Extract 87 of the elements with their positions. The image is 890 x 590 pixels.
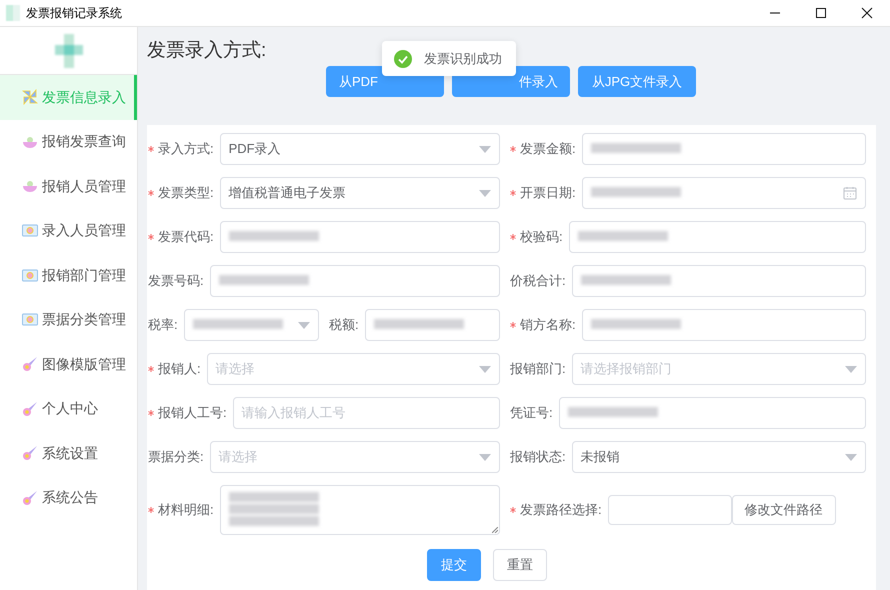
- select-field[interactable]: 增值税普通电子发票: [220, 177, 500, 209]
- caret-icon: [479, 454, 491, 460]
- field-label: 报销状态:: [510, 448, 567, 466]
- sidebar-item[interactable]: 图像模版管理: [0, 342, 137, 386]
- bowl-icon: [22, 179, 38, 194]
- date-field[interactable]: [582, 177, 866, 209]
- input-field[interactable]: [364, 309, 500, 341]
- sidebar-label: 系统设置: [42, 444, 98, 463]
- input-field[interactable]: [220, 221, 500, 253]
- field-label: 发票类型:: [158, 184, 215, 202]
- calendar-icon: [843, 186, 857, 200]
- logo-icon: [54, 34, 82, 68]
- input-field[interactable]: [582, 309, 866, 341]
- placeholder-text: 请输入报销人工号: [242, 404, 346, 422]
- reset-button[interactable]: 重置: [493, 549, 547, 581]
- sidebar-item[interactable]: 录入人员管理: [0, 208, 137, 253]
- comet-icon: [22, 490, 38, 506]
- comet-icon: [22, 356, 38, 372]
- sidebar-item[interactable]: 报销部门管理: [0, 253, 137, 298]
- sidebar-label: 报销部门管理: [42, 266, 126, 285]
- field-label: 税额:: [329, 316, 360, 334]
- input-field[interactable]: [568, 221, 866, 253]
- field-label: 税率:: [148, 316, 179, 334]
- textarea-field[interactable]: [220, 485, 500, 535]
- change-path-button[interactable]: 修改文件路径: [732, 495, 836, 525]
- field-value: 未报销: [580, 448, 620, 466]
- bowl-icon: [22, 134, 38, 149]
- field-label: 录入方式:: [158, 140, 215, 158]
- caret-icon: [845, 366, 857, 372]
- caret-icon: [479, 366, 491, 372]
- field-label: 销方名称:: [520, 316, 577, 334]
- sidebar-label: 报销发票查询: [42, 132, 126, 152]
- sidebar-item[interactable]: 报销发票查询: [0, 120, 137, 164]
- pinwheel-icon: [22, 89, 38, 106]
- input-field[interactable]: [572, 265, 866, 297]
- field-label: 凭证号:: [510, 404, 554, 422]
- sidebar-item[interactable]: 系统公告: [0, 476, 137, 520]
- field-label: 票据分类:: [148, 448, 205, 466]
- page-heading: 发票录入方式:: [147, 39, 266, 63]
- camera-icon: [22, 268, 38, 282]
- sidebar-label: 个人中心: [42, 399, 98, 418]
- window-title: 发票报销记录系统: [26, 5, 122, 22]
- app-icon: [6, 5, 20, 21]
- select-field[interactable]: 未报销: [572, 441, 866, 473]
- select-field[interactable]: [184, 309, 319, 341]
- field-label: 发票号码:: [148, 272, 205, 290]
- caret-icon: [479, 190, 491, 196]
- caret-icon: [479, 146, 491, 152]
- field-label: 价税合计:: [510, 272, 567, 290]
- sidebar-item[interactable]: 个人中心: [0, 386, 137, 431]
- sidebar-label: 发票信息录入: [42, 88, 126, 107]
- select-field[interactable]: PDF录入: [220, 133, 500, 165]
- caret-icon: [845, 454, 857, 460]
- field-label: 发票路径选择:: [520, 501, 603, 520]
- field-value: PDF录入: [228, 140, 281, 158]
- toast-text: 发票识别成功: [424, 50, 502, 68]
- placeholder-text: 请选择: [216, 360, 255, 378]
- input-field[interactable]: [210, 265, 500, 297]
- sidebar-item[interactable]: 报销人员管理: [0, 164, 137, 208]
- check-circle-icon: [394, 50, 412, 68]
- field-label: 校验码:: [520, 228, 564, 246]
- camera-icon: [22, 224, 38, 238]
- comet-icon: [22, 400, 38, 417]
- field-label: 发票代码:: [158, 228, 215, 246]
- comet-icon: [22, 445, 38, 462]
- field-label: 报销部门:: [510, 360, 567, 378]
- sidebar-item[interactable]: 系统设置: [0, 431, 137, 476]
- camera-icon: [22, 313, 38, 326]
- field-value: 增值税普通电子发票: [228, 184, 346, 202]
- path-field[interactable]: [608, 495, 732, 525]
- input-field[interactable]: [582, 133, 866, 165]
- placeholder-text: 请选择报销部门: [580, 360, 672, 378]
- caret-icon: [298, 322, 310, 328]
- field-label: 材料明细:: [158, 501, 215, 520]
- sidebar-label: 报销人员管理: [42, 176, 126, 196]
- field-label: 报销人工号:: [158, 404, 228, 422]
- sidebar-label: 图像模版管理: [42, 354, 126, 374]
- sidebar-label: 系统公告: [42, 488, 98, 508]
- sidebar-label: 票据分类管理: [42, 310, 126, 330]
- resize-handle-icon[interactable]: [492, 527, 498, 533]
- field-label: 开票日期:: [520, 184, 577, 202]
- placeholder-text: 请选择: [218, 448, 258, 466]
- input-field[interactable]: [558, 397, 866, 429]
- field-label: 发票金额:: [520, 140, 577, 158]
- sidebar-label: 录入人员管理: [42, 221, 126, 240]
- sidebar-item[interactable]: 票据分类管理: [0, 298, 137, 342]
- field-label: 报销人:: [158, 360, 202, 378]
